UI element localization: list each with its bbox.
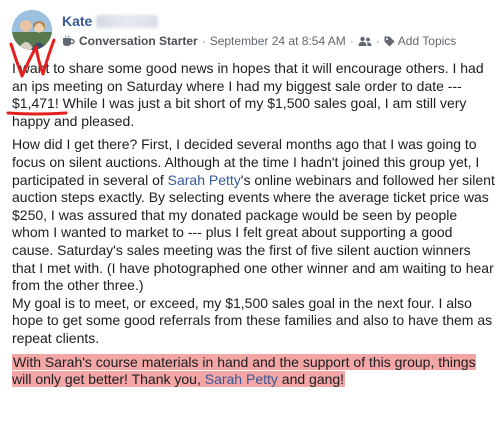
post-paragraph: How did I get there? First, I decided se… xyxy=(12,136,496,294)
badge-label[interactable]: Conversation Starter xyxy=(79,34,198,48)
paragraph-text: I want to share some good news in hopes … xyxy=(12,60,484,94)
mention-link[interactable]: Sarah Petty xyxy=(205,371,278,387)
author-avatar[interactable] xyxy=(12,10,52,50)
mention-link[interactable]: Sarah Petty xyxy=(168,172,241,188)
add-topics-label: Add Topics xyxy=(397,34,457,48)
post-paragraph: I want to share some good news in hopes … xyxy=(12,60,496,130)
coffee-cup-icon xyxy=(62,35,75,47)
paragraph-text: My goal is to meet, or exceed, my $1,500… xyxy=(12,294,493,346)
meta-separator: · xyxy=(201,34,206,48)
author-name[interactable]: Kate xyxy=(62,13,92,29)
meta-separator: · xyxy=(375,34,380,48)
group-post: Kate Conversation Starter · September 24… xyxy=(0,0,504,421)
post-meta: Conversation Starter · September 24 at 8… xyxy=(62,33,456,49)
post-paragraph: With Sarah's course materials in hand an… xyxy=(12,353,496,389)
paragraph-text: 's online webinars and followed her sile… xyxy=(12,171,495,294)
sale-amount: $1,471 xyxy=(12,95,55,112)
author-name-row: Kate xyxy=(62,12,159,30)
add-topics-button[interactable]: Add Topics xyxy=(384,34,456,48)
post-paragraph: My goal is to meet, or exceed, my $1,500… xyxy=(12,295,496,348)
post-body: I want to share some good news in hopes … xyxy=(12,60,496,389)
tag-icon xyxy=(384,36,395,47)
post-timestamp[interactable]: September 24 at 8:54 AM xyxy=(210,34,346,48)
highlighted-text: With Sarah's course materials in hand an… xyxy=(12,353,476,388)
group-icon xyxy=(358,36,372,47)
paragraph-text: and gang! xyxy=(277,371,345,388)
post-header: Kate Conversation Starter · September 24… xyxy=(12,10,492,54)
meta-separator: · xyxy=(349,34,354,48)
redacted-surname xyxy=(96,14,159,28)
paragraph-text: ! While I was just a bit short of my $1,… xyxy=(12,95,467,129)
